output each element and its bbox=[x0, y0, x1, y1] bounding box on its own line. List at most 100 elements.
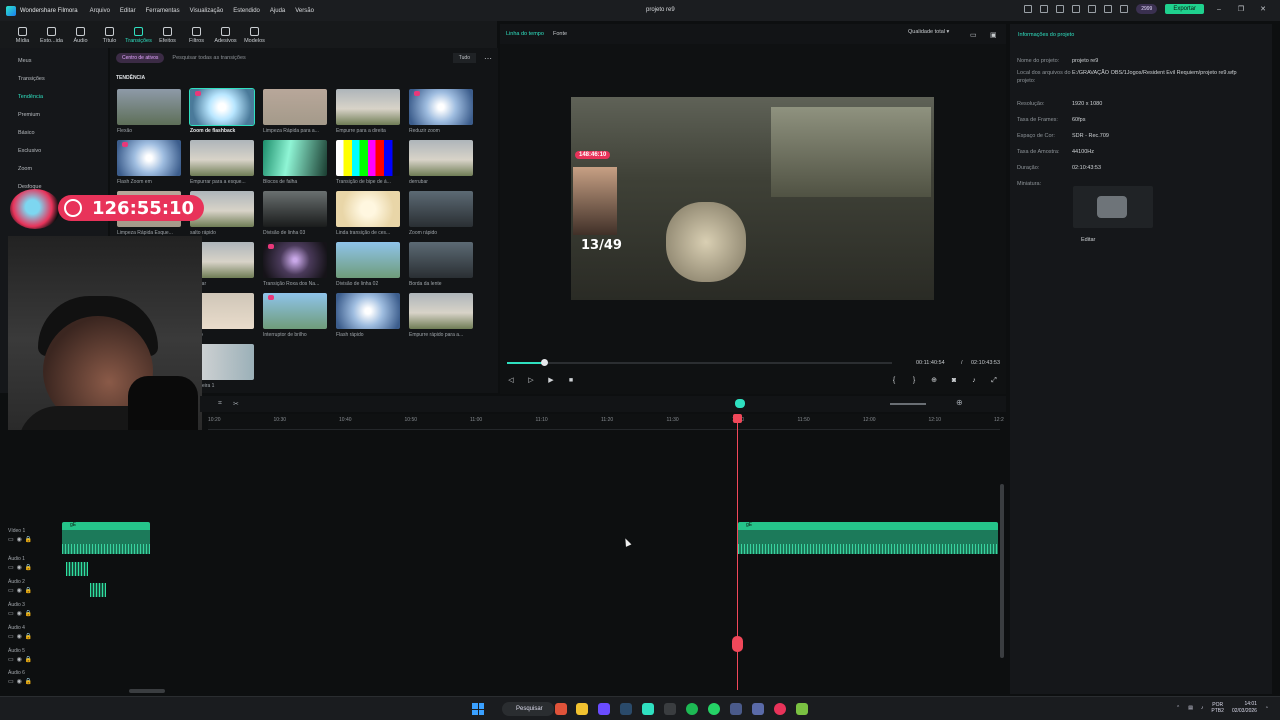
language-indicator[interactable]: POR PTB2 bbox=[1211, 702, 1224, 714]
quality-dropdown[interactable]: Qualidade total ▾ bbox=[908, 29, 949, 35]
close-icon[interactable]: ✕ bbox=[1256, 5, 1270, 13]
zoom-icon[interactable]: ⊕ bbox=[930, 377, 938, 385]
sidebar-item[interactable]: Zoom bbox=[0, 160, 108, 178]
track-controls[interactable]: ▭◉🔒 bbox=[8, 656, 35, 663]
transition-tile[interactable]: Divisão de linha 02 bbox=[336, 242, 400, 287]
whatsapp-icon[interactable] bbox=[708, 703, 720, 715]
toolbar-transition[interactable]: Transições bbox=[124, 27, 153, 48]
toolbar-title[interactable]: Título bbox=[95, 27, 124, 48]
audio-clip[interactable] bbox=[90, 583, 106, 597]
transition-tile[interactable]: Transição Roxa dos Na... bbox=[263, 242, 327, 287]
transition-tile[interactable]: Linda transição de ces... bbox=[336, 191, 400, 236]
stop-icon[interactable]: ■ bbox=[567, 377, 575, 385]
play-reverse-icon[interactable]: ▷ bbox=[527, 377, 535, 385]
menu-item[interactable]: Editar bbox=[120, 8, 136, 14]
mark-in-icon[interactable]: { bbox=[890, 377, 898, 385]
sidebar-item[interactable]: Meus bbox=[0, 52, 108, 70]
mark-out-icon[interactable]: } bbox=[910, 377, 918, 385]
minimize-icon[interactable]: – bbox=[1212, 6, 1226, 13]
menu-item[interactable]: Visualização bbox=[190, 8, 224, 14]
more-options-icon[interactable]: ⋯ bbox=[484, 54, 492, 63]
app-icon[interactable] bbox=[730, 703, 742, 715]
scrubber-handle[interactable] bbox=[540, 359, 548, 366]
taskbar-search[interactable]: Pesquisar bbox=[502, 702, 554, 716]
volume-icon[interactable]: ♪ bbox=[970, 377, 978, 385]
track-controls[interactable]: ▭◉🔒 bbox=[8, 678, 35, 685]
sidebar-item[interactable]: Básico bbox=[0, 124, 108, 142]
transition-tile[interactable]: Interruptor de brilho bbox=[263, 293, 327, 338]
transition-tile[interactable]: Flash Zoom em bbox=[117, 140, 181, 185]
sidebar-item[interactable]: Tendência bbox=[0, 88, 108, 106]
transition-tile[interactable]: Reduzir zoom bbox=[409, 89, 473, 134]
ai-toggle-icon[interactable] bbox=[735, 399, 745, 408]
previous-frame-icon[interactable]: ◁ bbox=[507, 377, 515, 385]
transition-tile[interactable]: Limpeza Rápida para a... bbox=[263, 89, 327, 134]
track-controls[interactable]: ▭◉🔒 bbox=[8, 610, 35, 617]
toolbar-audio[interactable]: Áudio bbox=[66, 27, 95, 48]
clock[interactable]: 14:01 02/03/2026 bbox=[1232, 701, 1257, 715]
video-clip[interactable]: gE bbox=[62, 522, 150, 554]
timeline-vertical-scrollbar[interactable] bbox=[1000, 484, 1004, 658]
snapshot-icon[interactable]: ▣ bbox=[990, 31, 997, 39]
video-clip[interactable]: gE bbox=[738, 522, 998, 554]
menu-item[interactable]: Ajuda bbox=[270, 8, 285, 14]
chevron-up-icon[interactable]: ⌃ bbox=[1176, 705, 1180, 711]
menu-item[interactable]: Ferramentas bbox=[146, 8, 180, 14]
layout-icon[interactable] bbox=[1056, 5, 1065, 13]
sidebar-item[interactable]: Transições bbox=[0, 70, 108, 88]
windows-start-icon[interactable] bbox=[472, 703, 484, 715]
notepad-icon[interactable] bbox=[796, 703, 808, 715]
restore-icon[interactable]: ❐ bbox=[1234, 5, 1248, 13]
filmora-taskbar-icon[interactable] bbox=[642, 703, 654, 715]
playhead[interactable] bbox=[732, 414, 743, 690]
bell-icon[interactable] bbox=[1104, 5, 1113, 13]
sidebar-item[interactable]: Exclusivo bbox=[0, 142, 108, 160]
camera-icon[interactable]: ◙ bbox=[950, 377, 958, 385]
transition-tile[interactable]: Empurre rápido para a... bbox=[409, 293, 473, 338]
zoom-in-icon[interactable]: ⊕ bbox=[956, 398, 963, 407]
toolbar-effects[interactable]: Efeitos bbox=[153, 27, 182, 48]
transition-tile[interactable]: Flexão bbox=[117, 89, 181, 134]
track-controls[interactable]: ▭◉🔒 bbox=[8, 536, 35, 543]
toolbar-stickers[interactable]: Adesivos bbox=[211, 27, 240, 48]
app-icon[interactable] bbox=[752, 703, 764, 715]
screen-icon[interactable] bbox=[1072, 5, 1081, 13]
menu-item[interactable]: Arquivo bbox=[90, 8, 110, 14]
toolbar-stock[interactable]: Esto...ida bbox=[37, 27, 66, 48]
video-frame[interactable]: 148:46:10 13/49 bbox=[571, 97, 934, 300]
transition-tile[interactable]: Zoom de flashback bbox=[189, 88, 255, 134]
headset-icon[interactable] bbox=[1088, 5, 1097, 13]
transition-search-input[interactable]: Pesquisar todas as transições bbox=[172, 55, 452, 61]
tab-source[interactable]: Fonte bbox=[553, 31, 567, 37]
track-controls[interactable]: ▭◉🔒 bbox=[8, 633, 35, 640]
transition-tile[interactable]: Zoom rápido bbox=[409, 191, 473, 236]
file-explorer-icon[interactable] bbox=[576, 703, 588, 715]
obs-icon[interactable] bbox=[664, 703, 676, 715]
zoom-slider[interactable] bbox=[890, 403, 926, 405]
network-icon[interactable]: ▤ bbox=[1188, 705, 1193, 711]
audio-clip[interactable] bbox=[66, 562, 88, 576]
crop-icon[interactable]: ⌗ bbox=[218, 400, 222, 408]
transition-tile[interactable]: Blocos de falha bbox=[263, 140, 327, 185]
transition-tile[interactable]: Empurre para a direita bbox=[336, 89, 400, 134]
playhead-marker[interactable] bbox=[732, 636, 743, 652]
lightbulb-icon[interactable] bbox=[1040, 5, 1049, 13]
timeline-tracks[interactable]: gE gE Vídeo 1 ▭◉🔒 Áudio 1 ▭◉🔒 Áudio 2 ▭◉🔒 Áudi… bbox=[0, 430, 1000, 692]
fullscreen-icon[interactable]: ⤢ bbox=[990, 377, 998, 385]
cloud-icon[interactable] bbox=[1120, 5, 1129, 13]
toolbar-templates[interactable]: Modelos bbox=[240, 27, 269, 48]
transition-tile[interactable]: derrubar bbox=[409, 140, 473, 185]
transition-tile[interactable]: Transição de bipe de á... bbox=[336, 140, 400, 185]
split-icon[interactable]: ✂ bbox=[233, 400, 239, 408]
asset-center-button[interactable]: Centro de ativos bbox=[116, 53, 165, 63]
toolbar-filters[interactable]: Filtros bbox=[182, 27, 211, 48]
preview-scrubber[interactable] bbox=[507, 359, 892, 366]
play-icon[interactable]: ▶ bbox=[547, 377, 555, 385]
brave-icon[interactable] bbox=[555, 703, 567, 715]
gift-icon[interactable] bbox=[1024, 5, 1033, 13]
toolbar-media[interactable]: Mídia bbox=[8, 27, 37, 48]
credits-badge[interactable]: 2999 bbox=[1136, 4, 1158, 14]
transition-tile[interactable]: Borda da lente bbox=[409, 242, 473, 287]
menu-item[interactable]: Versão bbox=[295, 8, 314, 14]
timeline-horizontal-scrollbar[interactable] bbox=[129, 689, 165, 693]
